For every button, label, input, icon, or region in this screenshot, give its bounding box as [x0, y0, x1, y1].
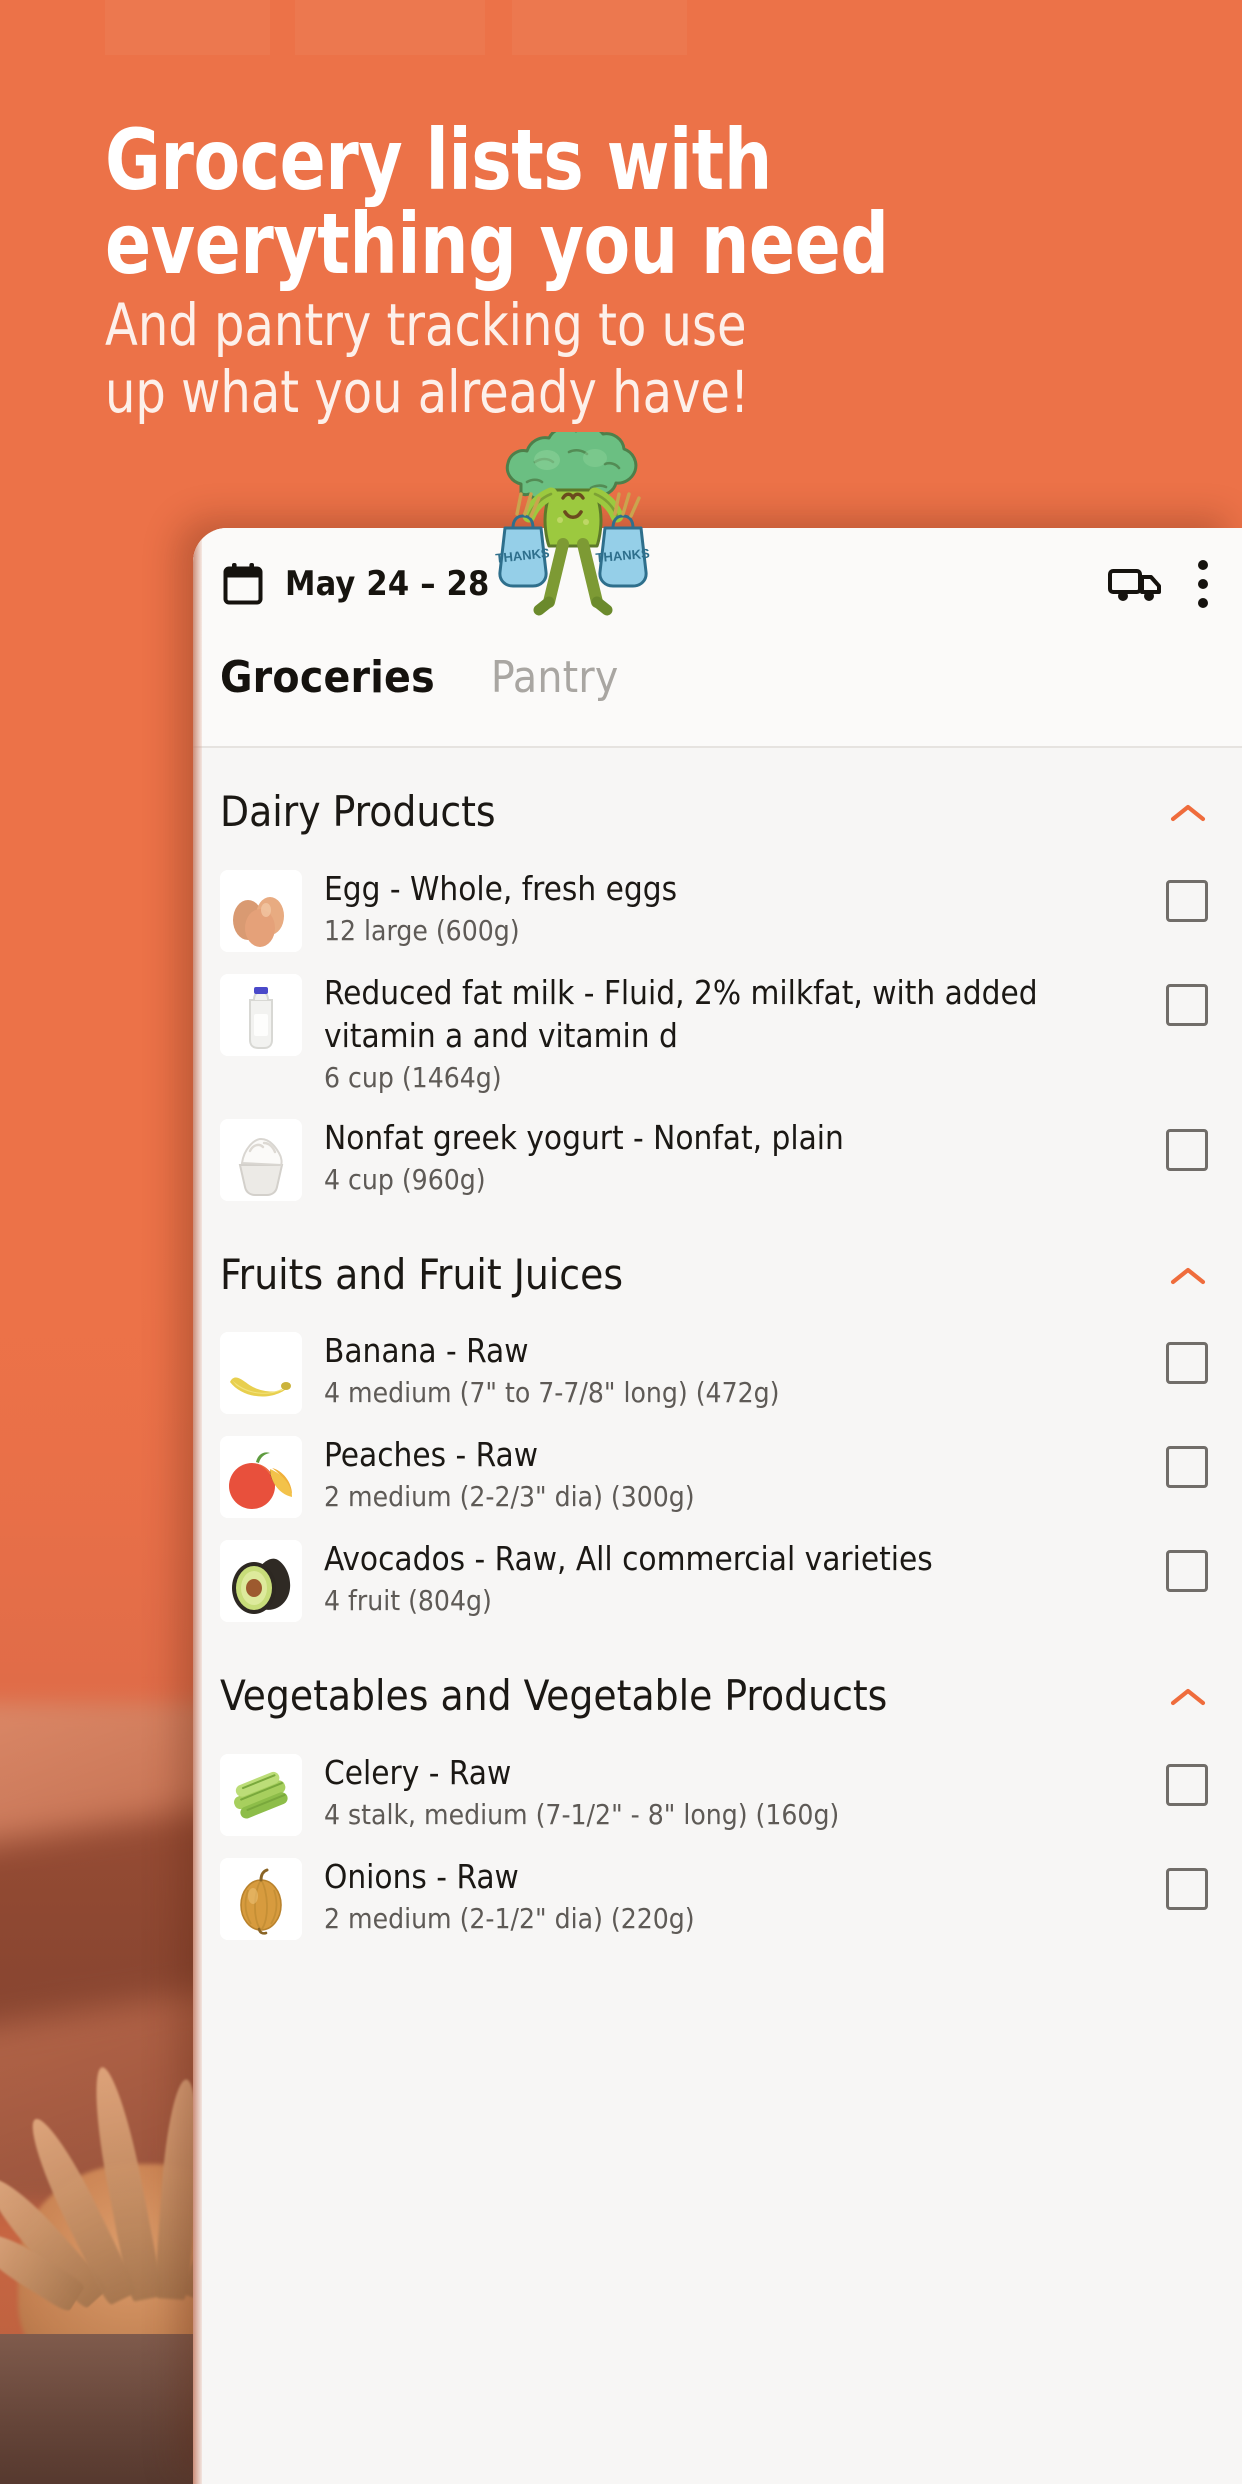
list-item[interactable]: Celery - Raw 4 stalk, medium (7-1/2" - 8…: [193, 1742, 1242, 1846]
item-checkbox[interactable]: [1166, 1868, 1208, 1911]
app-screenshot-card: May 24 – 28 Groceries Pantry Dairy Produ…: [193, 528, 1242, 2484]
section-header-fruits[interactable]: Fruits and Fruit Juices: [193, 1211, 1242, 1321]
milk-image: [220, 973, 302, 1056]
list-item-name: Banana - Raw: [324, 1331, 529, 1371]
item-checkbox[interactable]: [1166, 1446, 1208, 1489]
list-item[interactable]: Avocados - Raw, All commercial varieties…: [193, 1528, 1242, 1632]
broccoli-mascot-icon: THANKS THANKS: [487, 425, 659, 624]
list-item[interactable]: Banana - Raw 4 medium (7" to 7-7/8" long…: [193, 1320, 1242, 1424]
list-item-name: Peaches - Raw: [324, 1435, 539, 1475]
list-item-quantity: 2 medium (2-2/3" dia) (300g): [324, 1480, 695, 1514]
list-item-name: Celery - Raw: [324, 1753, 512, 1793]
chevron-up-icon[interactable]: [1168, 1684, 1208, 1710]
banana-image: [220, 1332, 302, 1415]
list-item-name: Onions - Raw: [324, 1857, 519, 1897]
list-item-quantity: 4 fruit (804g): [324, 1584, 492, 1618]
chevron-up-icon[interactable]: [1168, 1263, 1208, 1289]
date-range-label[interactable]: May 24 – 28: [285, 564, 490, 604]
list-item-text: Peaches - Raw 2 medium (2-2/3" dia) (300…: [324, 1434, 1166, 1516]
onion-image: [220, 1858, 302, 1941]
page-subtitle: And pantry tracking to use up what you a…: [105, 291, 1062, 427]
item-checkbox[interactable]: [1166, 1342, 1208, 1385]
list-item-quantity: 6 cup (1464g): [324, 1060, 502, 1094]
list-item-text: Nonfat greek yogurt - Nonfat, plain 4 cu…: [324, 1117, 1166, 1199]
eggs-image: [220, 869, 302, 952]
subtitle-line-2: up what you already have!: [105, 358, 750, 427]
yogurt-image: [220, 1118, 302, 1201]
section-header-vegetables[interactable]: Vegetables and Vegetable Products: [193, 1632, 1242, 1742]
shopping-bag-right: THANKS: [595, 492, 651, 588]
section-title: Dairy Products: [220, 787, 496, 836]
item-checkbox[interactable]: [1166, 983, 1208, 1026]
section-title: Fruits and Fruit Juices: [220, 1249, 624, 1299]
section-title: Vegetables and Vegetable Products: [220, 1671, 888, 1721]
list-item-quantity: 12 large (600g): [324, 913, 520, 947]
page-title: Grocery lists with everything you need: [105, 118, 1041, 286]
background-top-shapes: [0, 0, 1242, 120]
list-item-quantity: 4 cup (960g): [324, 1162, 486, 1196]
tab-bar: Groceries Pantry: [193, 640, 1242, 748]
list-item-quantity: 4 stalk, medium (7-1/2" - 8" long) (160g…: [324, 1798, 840, 1832]
tab-divider: [193, 746, 1242, 748]
grocery-list: Dairy Products Egg - Whole, fresh eggs 1…: [193, 748, 1242, 1961]
item-checkbox[interactable]: [1166, 1764, 1208, 1807]
tab-pantry[interactable]: Pantry: [491, 652, 647, 703]
item-checkbox[interactable]: [1166, 1128, 1208, 1171]
calendar-icon[interactable]: [223, 563, 263, 605]
list-item[interactable]: Nonfat greek yogurt - Nonfat, plain 4 cu…: [193, 1107, 1242, 1211]
list-item[interactable]: Peaches - Raw 2 medium (2-2/3" dia) (300…: [193, 1424, 1242, 1528]
list-item-name: Egg - Whole, fresh eggs: [324, 868, 678, 908]
list-item-text: Banana - Raw 4 medium (7" to 7-7/8" long…: [324, 1330, 1166, 1412]
app-top-bar: May 24 – 28: [193, 528, 1242, 640]
headline-line-2: everything you need: [105, 195, 889, 293]
kebab-menu-icon[interactable]: [1198, 560, 1208, 608]
celery-image: [220, 1754, 302, 1837]
list-item-name: Avocados - Raw, All commercial varieties: [324, 1539, 933, 1579]
list-item[interactable]: Reduced fat milk - Fluid, 2% milkfat, wi…: [193, 962, 1242, 1107]
list-item-text: Egg - Whole, fresh eggs 12 large (600g): [324, 868, 1166, 950]
chevron-up-icon[interactable]: [1168, 800, 1208, 826]
list-item-name: Nonfat greek yogurt - Nonfat, plain: [324, 1117, 844, 1157]
list-item-text: Avocados - Raw, All commercial varieties…: [324, 1538, 1166, 1620]
shopping-bag-left: THANKS: [495, 492, 551, 588]
item-checkbox[interactable]: [1166, 879, 1208, 922]
peach-image: [220, 1436, 302, 1519]
list-item-text: Reduced fat milk - Fluid, 2% milkfat, wi…: [324, 972, 1166, 1097]
subtitle-line-1: And pantry tracking to use: [105, 291, 747, 359]
item-checkbox[interactable]: [1166, 1550, 1208, 1593]
avocado-image: [220, 1540, 302, 1623]
list-item-name: Reduced fat milk - Fluid, 2% milkfat, wi…: [324, 972, 1038, 1055]
list-item-text: Onions - Raw 2 medium (2-1/2" dia) (220g…: [324, 1856, 1166, 1938]
list-item[interactable]: Onions - Raw 2 medium (2-1/2" dia) (220g…: [193, 1846, 1242, 1950]
section-header-dairy[interactable]: Dairy Products: [193, 748, 1242, 858]
list-item-quantity: 4 medium (7" to 7-7/8" long) (472g): [324, 1376, 780, 1410]
truck-icon[interactable]: [1108, 564, 1162, 604]
tab-groceries[interactable]: Groceries: [220, 652, 463, 703]
list-item-text: Celery - Raw 4 stalk, medium (7-1/2" - 8…: [324, 1752, 1166, 1834]
list-item-quantity: 2 medium (2-1/2" dia) (220g): [324, 1902, 695, 1936]
list-item[interactable]: Egg - Whole, fresh eggs 12 large (600g): [193, 858, 1242, 962]
